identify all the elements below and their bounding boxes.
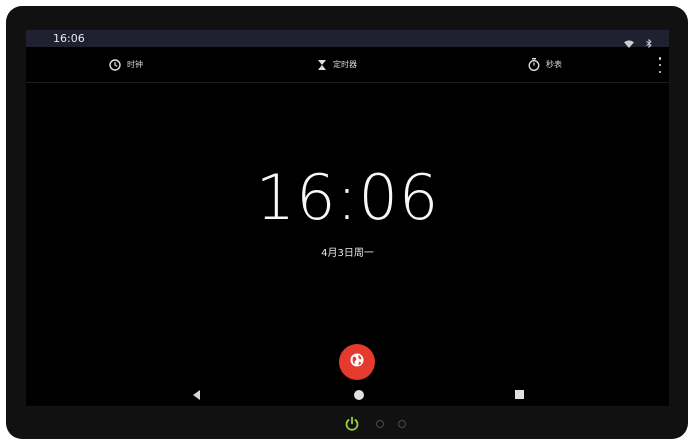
screen: 16:06 时钟 定时器 秒表 16:06 4月3日周一 xyxy=(26,30,669,406)
clock-icon xyxy=(109,58,121,71)
status-bar: 16:06 xyxy=(26,30,669,49)
status-time: 16:06 xyxy=(53,32,85,45)
tab-timer[interactable]: 定时器 xyxy=(317,47,357,82)
device-bezel-buttons xyxy=(6,414,688,436)
tablet-device: 16:06 时钟 定时器 秒表 16:06 4月3日周一 xyxy=(6,6,688,439)
tab-bar: 时钟 定时器 秒表 xyxy=(26,47,669,83)
bezel-dot-1 xyxy=(376,420,384,428)
tab-stopwatch-label: 秒表 xyxy=(546,60,562,69)
dot-middle xyxy=(658,63,662,67)
more-vert-icon[interactable] xyxy=(657,57,663,73)
tab-clock-label: 时钟 xyxy=(127,60,143,69)
tab-clock[interactable]: 时钟 xyxy=(109,47,143,82)
stopwatch-icon xyxy=(528,58,540,71)
clock-date: 4月3日周一 xyxy=(321,248,374,259)
back-icon[interactable] xyxy=(193,390,200,400)
power-icon[interactable] xyxy=(343,415,361,433)
world-clock-button[interactable] xyxy=(339,344,375,380)
globe-icon xyxy=(349,352,365,372)
tab-stopwatch[interactable]: 秒表 xyxy=(528,47,562,82)
home-icon[interactable] xyxy=(354,390,364,400)
tab-timer-label: 定时器 xyxy=(333,60,357,69)
dot-bottom xyxy=(658,70,662,73)
dot-top xyxy=(658,57,662,60)
hourglass-icon xyxy=(317,59,327,71)
navigation-bar xyxy=(26,385,669,406)
bezel-dot-2 xyxy=(398,420,406,428)
clock-time: 16:06 xyxy=(255,161,440,234)
recents-icon[interactable] xyxy=(515,390,524,399)
